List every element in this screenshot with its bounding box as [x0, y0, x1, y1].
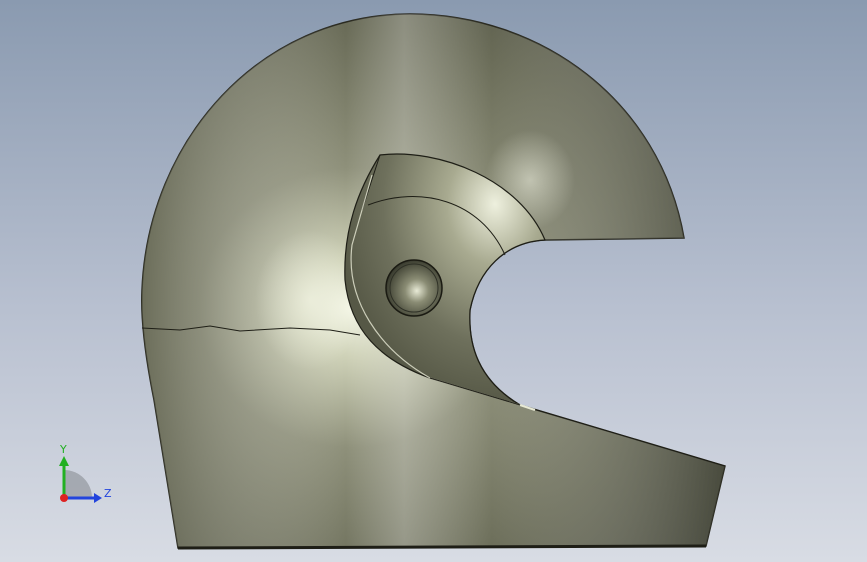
z-axis-arrowhead — [94, 493, 102, 503]
graphics-viewport[interactable]: Y Z — [0, 0, 867, 562]
helmet-model[interactable] — [0, 0, 867, 562]
z-axis-label: Z — [104, 487, 112, 500]
orientation-triad[interactable]: Y Z — [52, 440, 122, 510]
x-axis-dot — [60, 494, 68, 502]
y-axis-arrowhead — [59, 456, 69, 466]
y-axis-label: Y — [59, 443, 67, 456]
visor-pivot-knob[interactable] — [385, 259, 443, 317]
